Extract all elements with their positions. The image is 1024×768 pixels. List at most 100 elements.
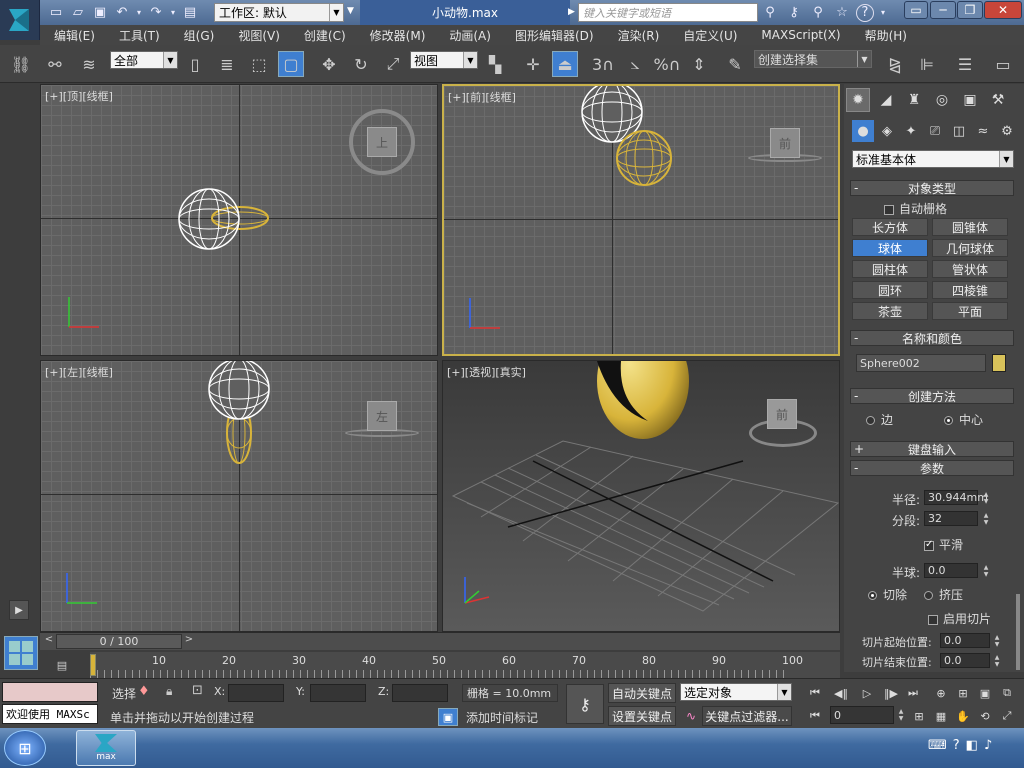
rollout-object-type[interactable]: - 对象类型 bbox=[850, 180, 1014, 196]
menu-create[interactable]: 创建(C) bbox=[290, 27, 356, 44]
cylinder-button[interactable]: 圆柱体 bbox=[852, 260, 928, 278]
pivot-center-icon[interactable]: ▚ bbox=[482, 51, 508, 77]
slider-prev-icon[interactable]: < bbox=[42, 634, 56, 649]
play-icon[interactable]: ▷ bbox=[856, 683, 878, 703]
prev-frame-icon[interactable]: ◀‖ bbox=[830, 683, 852, 703]
box-button[interactable]: 长方体 bbox=[852, 218, 928, 236]
object-category-dropdown[interactable]: 标准基本体 ▼ bbox=[852, 150, 1014, 168]
workspace-dropdown[interactable]: 工作区: 默认 ▼ bbox=[214, 3, 344, 22]
restore-button[interactable]: ❐ bbox=[957, 1, 983, 19]
torus-button[interactable]: 圆环 bbox=[852, 281, 928, 299]
app-menu-button[interactable] bbox=[0, 0, 40, 40]
viewcube[interactable]: 左 bbox=[367, 401, 397, 431]
menu-maxscript[interactable]: MAXScript(X) bbox=[747, 28, 850, 42]
modify-tab-icon[interactable]: ◢ bbox=[874, 88, 898, 112]
zoom-extents-all-icon[interactable]: ⧉ bbox=[996, 683, 1018, 703]
cone-button[interactable]: 圆锥体 bbox=[932, 218, 1008, 236]
snap-toggle-icon[interactable]: 3 ∩ bbox=[590, 51, 616, 77]
absolute-mode-icon[interactable]: ⊡ bbox=[192, 683, 203, 698]
z-coordinate-field[interactable] bbox=[392, 684, 448, 702]
set-key-icon[interactable]: ⚷ bbox=[566, 684, 604, 724]
menu-views[interactable]: 视图(V) bbox=[224, 27, 290, 44]
select-by-name-icon[interactable]: ≣ bbox=[214, 51, 240, 77]
zoom-all-icon[interactable]: ⊞ bbox=[952, 683, 974, 703]
menu-tools[interactable]: 工具(T) bbox=[105, 27, 170, 44]
time-tag-icon[interactable]: ▣ bbox=[438, 708, 458, 726]
create-tab-icon[interactable]: ✹ bbox=[846, 88, 870, 112]
key-filters-button[interactable]: 关键点过滤器... bbox=[702, 706, 792, 726]
goto-end-icon[interactable]: ⏭ bbox=[902, 683, 924, 703]
current-frame-marker[interactable] bbox=[90, 654, 96, 676]
minimize-button[interactable]: ─ bbox=[930, 1, 956, 19]
autogrid-checkbox[interactable]: 自动栅格 bbox=[884, 200, 947, 217]
viewport-top[interactable]: [+][顶][线框] 上 bbox=[40, 84, 438, 356]
squash-radio[interactable]: 挤压 bbox=[924, 586, 963, 603]
sphere-button[interactable]: 球体 bbox=[852, 239, 928, 257]
menu-modifiers[interactable]: 修改器(M) bbox=[356, 27, 436, 44]
hemisphere-input[interactable]: 0.0 bbox=[924, 563, 978, 578]
redo-dropdown-icon[interactable]: ▾ bbox=[168, 4, 178, 22]
segments-spinner-icon[interactable]: ▲ ▼ bbox=[981, 511, 991, 526]
zoom-icon[interactable]: ⊕ bbox=[930, 683, 952, 703]
smooth-checkbox[interactable]: 平滑 bbox=[924, 536, 963, 553]
layer-manager-icon[interactable]: ☰ bbox=[952, 51, 978, 77]
viewport-layout-button[interactable] bbox=[4, 636, 38, 670]
lights-category-icon[interactable]: ✦ bbox=[900, 120, 922, 142]
search-icon[interactable]: ⚲ bbox=[808, 4, 828, 22]
key-icon[interactable]: ⚷ bbox=[784, 4, 804, 22]
menu-rendering[interactable]: 渲染(R) bbox=[604, 27, 670, 44]
rollout-keyboard-entry[interactable]: + 键盘输入 bbox=[850, 441, 1014, 457]
systems-category-icon[interactable]: ⚙ bbox=[996, 120, 1018, 142]
rollout-name-color[interactable]: - 名称和颜色 bbox=[850, 330, 1014, 346]
maxscript-listener-pink[interactable] bbox=[2, 682, 98, 702]
viewcube[interactable]: 前 bbox=[770, 128, 800, 158]
menu-help[interactable]: 帮助(H) bbox=[851, 27, 917, 44]
search-input[interactable]: 键入关键字或短语 bbox=[578, 3, 758, 22]
track-bar[interactable]: 10 20 30 40 50 60 70 80 90 100 bbox=[90, 652, 840, 678]
redo-icon[interactable]: ↷ bbox=[146, 4, 166, 22]
plane-button[interactable]: 平面 bbox=[932, 302, 1008, 320]
object-color-swatch[interactable] bbox=[992, 354, 1006, 372]
select-object-icon[interactable]: ▯ bbox=[182, 51, 208, 77]
keyboard-shortcut-override-icon[interactable]: ⏏ bbox=[552, 51, 578, 77]
taskbar-3dsmax-button[interactable]: max bbox=[76, 730, 136, 766]
new-file-icon[interactable]: ▭ bbox=[46, 4, 66, 22]
edge-radio[interactable]: 边 bbox=[866, 411, 893, 428]
menu-graph-editors[interactable]: 图形编辑器(D) bbox=[501, 27, 604, 44]
viewport-left-label[interactable]: [+][左][线框] bbox=[45, 364, 113, 380]
zoom-extents-icon[interactable]: ▣ bbox=[974, 683, 996, 703]
utilities-tab-icon[interactable]: ⚒ bbox=[986, 88, 1010, 112]
key-mode-toggle-icon[interactable]: ⏮ bbox=[804, 706, 826, 726]
segments-input[interactable]: 32 bbox=[924, 511, 978, 526]
current-frame-field[interactable]: 0 bbox=[830, 706, 894, 724]
hierarchy-tab-icon[interactable]: ♜ bbox=[902, 88, 926, 112]
undo-icon[interactable]: ↶ bbox=[112, 4, 132, 22]
panel-scrollbar[interactable] bbox=[1016, 594, 1020, 670]
lock-selection-icon[interactable]: 🔒︎ bbox=[166, 684, 172, 699]
menu-edit[interactable]: 编辑(E) bbox=[40, 27, 105, 44]
geometry-category-icon[interactable]: ● bbox=[852, 120, 874, 142]
network-tray-icon[interactable]: ◧ bbox=[966, 738, 978, 753]
spinner-snap-icon[interactable]: ⇕ bbox=[686, 51, 712, 77]
viewport-front-label[interactable]: [+][前][线框] bbox=[448, 89, 516, 105]
display-tab-icon[interactable]: ▣ bbox=[958, 88, 982, 112]
time-slider-thumb[interactable]: 0 / 100 bbox=[56, 634, 182, 649]
viewport-left[interactable]: [+][左][线框] 左 bbox=[40, 360, 438, 632]
link-icon[interactable]: ⛓ bbox=[8, 51, 34, 77]
viewport-top-label[interactable]: [+][顶][线框] bbox=[45, 88, 113, 104]
angle-snap-icon[interactable]: ⦣ bbox=[622, 51, 648, 77]
help-tray-icon[interactable]: ? bbox=[953, 738, 960, 753]
slice-from-input[interactable]: 0.0 bbox=[940, 633, 990, 648]
percent-snap-icon[interactable]: % ∩ bbox=[654, 51, 681, 77]
key-curve-icon[interactable]: ∿ bbox=[682, 707, 700, 725]
x-coordinate-field[interactable] bbox=[228, 684, 284, 702]
align-icon[interactable]: ⊫ bbox=[914, 51, 940, 77]
add-time-tag-button[interactable]: 添加时间标记 bbox=[466, 709, 538, 726]
maxscript-listener-white[interactable]: 欢迎使用 MAXSc bbox=[2, 704, 98, 724]
bind-space-warp-icon[interactable]: ≋ bbox=[76, 51, 102, 77]
viewport-perspective-label[interactable]: [+][透视][真实] bbox=[447, 364, 526, 380]
rollout-parameters[interactable]: - 参数 bbox=[850, 460, 1014, 476]
spacewarps-category-icon[interactable]: ≈ bbox=[972, 120, 994, 142]
binoculars-icon[interactable]: ⚲ bbox=[760, 4, 780, 22]
close-button[interactable]: ✕ bbox=[984, 1, 1022, 19]
